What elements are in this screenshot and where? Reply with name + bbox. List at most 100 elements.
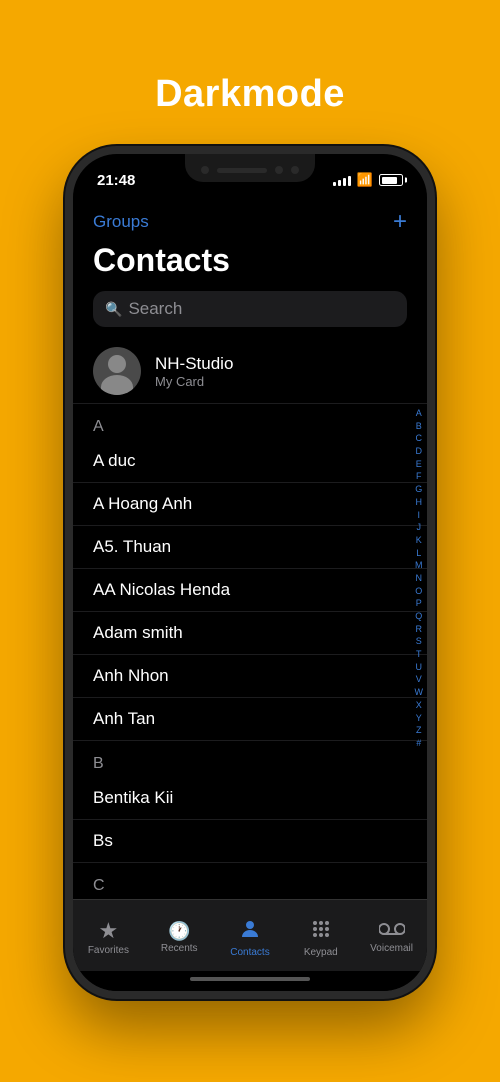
camera-area bbox=[201, 166, 299, 174]
page-wrapper: Darkmode 21:48 bbox=[0, 53, 500, 1029]
alpha-letter-x[interactable]: X bbox=[416, 700, 422, 712]
contact-name: A duc bbox=[93, 451, 136, 471]
groups-button[interactable]: Groups bbox=[93, 212, 149, 232]
contact-name: Bentika Kii bbox=[93, 788, 173, 808]
contact-item[interactable]: A5. Thuan bbox=[73, 526, 427, 569]
tab-voicemail[interactable]: Voicemail bbox=[362, 921, 422, 954]
contact-name: A Hoang Anh bbox=[93, 494, 192, 514]
alpha-letter-u[interactable]: U bbox=[416, 662, 423, 674]
contact-name: A5. Thuan bbox=[93, 537, 171, 557]
alphabet-index[interactable]: ABCDEFGHIJKLMNOPQRSTUVWXYZ# bbox=[415, 404, 424, 754]
alpha-letter-q[interactable]: Q bbox=[415, 611, 422, 623]
contact-item[interactable]: Adam smith bbox=[73, 612, 427, 655]
alpha-letter-r[interactable]: R bbox=[416, 624, 423, 636]
alpha-letter-a[interactable]: A bbox=[416, 408, 422, 420]
alpha-letter-z[interactable]: Z bbox=[416, 725, 422, 737]
contact-name: Adam smith bbox=[93, 623, 183, 643]
status-icons: 📶 bbox=[333, 172, 403, 188]
search-bar[interactable]: 🔍 Search bbox=[93, 291, 407, 327]
signal-bar-2 bbox=[338, 180, 341, 186]
camera-dot-2 bbox=[275, 166, 283, 174]
contacts-tab-label: Contacts bbox=[230, 947, 269, 958]
tab-keypad[interactable]: Keypad bbox=[291, 918, 351, 958]
contact-item[interactable]: Bs bbox=[73, 820, 427, 863]
contact-item[interactable]: Bentika Kii bbox=[73, 777, 427, 820]
battery-fill bbox=[382, 177, 397, 184]
favorites-icon: ★ bbox=[99, 920, 119, 942]
phone-content: Groups + Contacts 🔍 Search NH-Studio My … bbox=[73, 198, 427, 991]
section-header-b: B bbox=[73, 741, 427, 777]
page-title: Darkmode bbox=[155, 73, 345, 116]
keypad-label: Keypad bbox=[304, 947, 338, 958]
contact-name: Bs bbox=[93, 831, 113, 851]
alpha-letter-s[interactable]: S bbox=[416, 636, 422, 648]
alpha-letter-f[interactable]: F bbox=[416, 471, 422, 483]
tab-favorites[interactable]: ★ Favorites bbox=[78, 920, 138, 956]
favorites-label: Favorites bbox=[88, 945, 129, 956]
alpha-letter-#[interactable]: # bbox=[416, 738, 421, 750]
mute-button bbox=[65, 328, 67, 360]
alpha-letter-l[interactable]: L bbox=[416, 548, 421, 560]
alpha-letter-o[interactable]: O bbox=[415, 586, 422, 598]
volume-down-button bbox=[65, 286, 67, 318]
contact-item[interactable]: AA Nicolas Henda bbox=[73, 569, 427, 612]
my-card-subtitle: My Card bbox=[155, 374, 233, 389]
section-header-c: C bbox=[73, 863, 427, 899]
alpha-letter-v[interactable]: V bbox=[416, 674, 422, 686]
camera-dot-3 bbox=[291, 166, 299, 174]
home-bar bbox=[190, 977, 310, 981]
contact-name: AA Nicolas Henda bbox=[93, 580, 230, 600]
alpha-letter-m[interactable]: M bbox=[415, 560, 423, 572]
speaker bbox=[217, 168, 267, 173]
alpha-letter-t[interactable]: T bbox=[416, 649, 422, 661]
tab-recents[interactable]: 🕐 Recents bbox=[149, 922, 209, 954]
alpha-letter-b[interactable]: B bbox=[416, 421, 422, 433]
my-card-info: NH-Studio My Card bbox=[155, 354, 233, 389]
header-nav: Groups + bbox=[93, 206, 407, 238]
contacts-icon bbox=[238, 917, 262, 944]
volume-up-button bbox=[65, 244, 67, 276]
keypad-icon bbox=[310, 918, 332, 944]
tab-contacts[interactable]: Contacts bbox=[220, 917, 280, 958]
search-icon: 🔍 bbox=[105, 301, 122, 318]
signal-bar-4 bbox=[348, 176, 351, 186]
alpha-letter-c[interactable]: C bbox=[416, 433, 423, 445]
voicemail-label: Voicemail bbox=[370, 943, 413, 954]
my-card-name: NH-Studio bbox=[155, 354, 233, 374]
contact-item[interactable]: A Hoang Anh bbox=[73, 483, 427, 526]
signal-bar-3 bbox=[343, 178, 346, 186]
alpha-letter-y[interactable]: Y bbox=[416, 713, 422, 725]
alpha-letter-h[interactable]: H bbox=[416, 497, 423, 509]
contacts-title: Contacts bbox=[93, 238, 407, 287]
alpha-letter-j[interactable]: J bbox=[417, 522, 422, 534]
signal-bar-1 bbox=[333, 182, 336, 186]
power-button bbox=[433, 274, 435, 338]
alpha-letter-g[interactable]: G bbox=[415, 484, 422, 496]
add-contact-button[interactable]: + bbox=[393, 210, 407, 234]
contact-name: Anh Tan bbox=[93, 709, 155, 729]
contact-list: ABCDEFGHIJKLMNOPQRSTUVWXYZ# A A duc A Ho… bbox=[73, 404, 427, 899]
alpha-letter-i[interactable]: I bbox=[417, 510, 420, 522]
alpha-letter-e[interactable]: E bbox=[416, 459, 422, 471]
battery-icon bbox=[379, 174, 403, 186]
alpha-letter-n[interactable]: N bbox=[416, 573, 423, 585]
alpha-letter-p[interactable]: P bbox=[416, 598, 422, 610]
contact-item[interactable]: Anh Nhon bbox=[73, 655, 427, 698]
search-placeholder: Search bbox=[128, 299, 182, 319]
contacts-header: Groups + Contacts 🔍 Search bbox=[73, 198, 427, 339]
my-card[interactable]: NH-Studio My Card bbox=[73, 339, 427, 404]
voicemail-icon bbox=[379, 921, 405, 940]
alpha-letter-d[interactable]: D bbox=[416, 446, 423, 458]
recents-label: Recents bbox=[161, 943, 198, 954]
home-indicator bbox=[73, 971, 427, 991]
signal-icon bbox=[333, 174, 351, 186]
alpha-letter-k[interactable]: K bbox=[416, 535, 422, 547]
contact-item[interactable]: Anh Tan bbox=[73, 698, 427, 741]
camera-dot-1 bbox=[201, 166, 209, 174]
notch bbox=[185, 154, 315, 182]
tab-bar: ★ Favorites 🕐 Recents Contacts bbox=[73, 899, 427, 971]
alpha-letter-w[interactable]: W bbox=[415, 687, 424, 699]
status-time: 21:48 bbox=[97, 172, 135, 189]
contact-item[interactable]: A duc bbox=[73, 440, 427, 483]
contact-name: Anh Nhon bbox=[93, 666, 169, 686]
